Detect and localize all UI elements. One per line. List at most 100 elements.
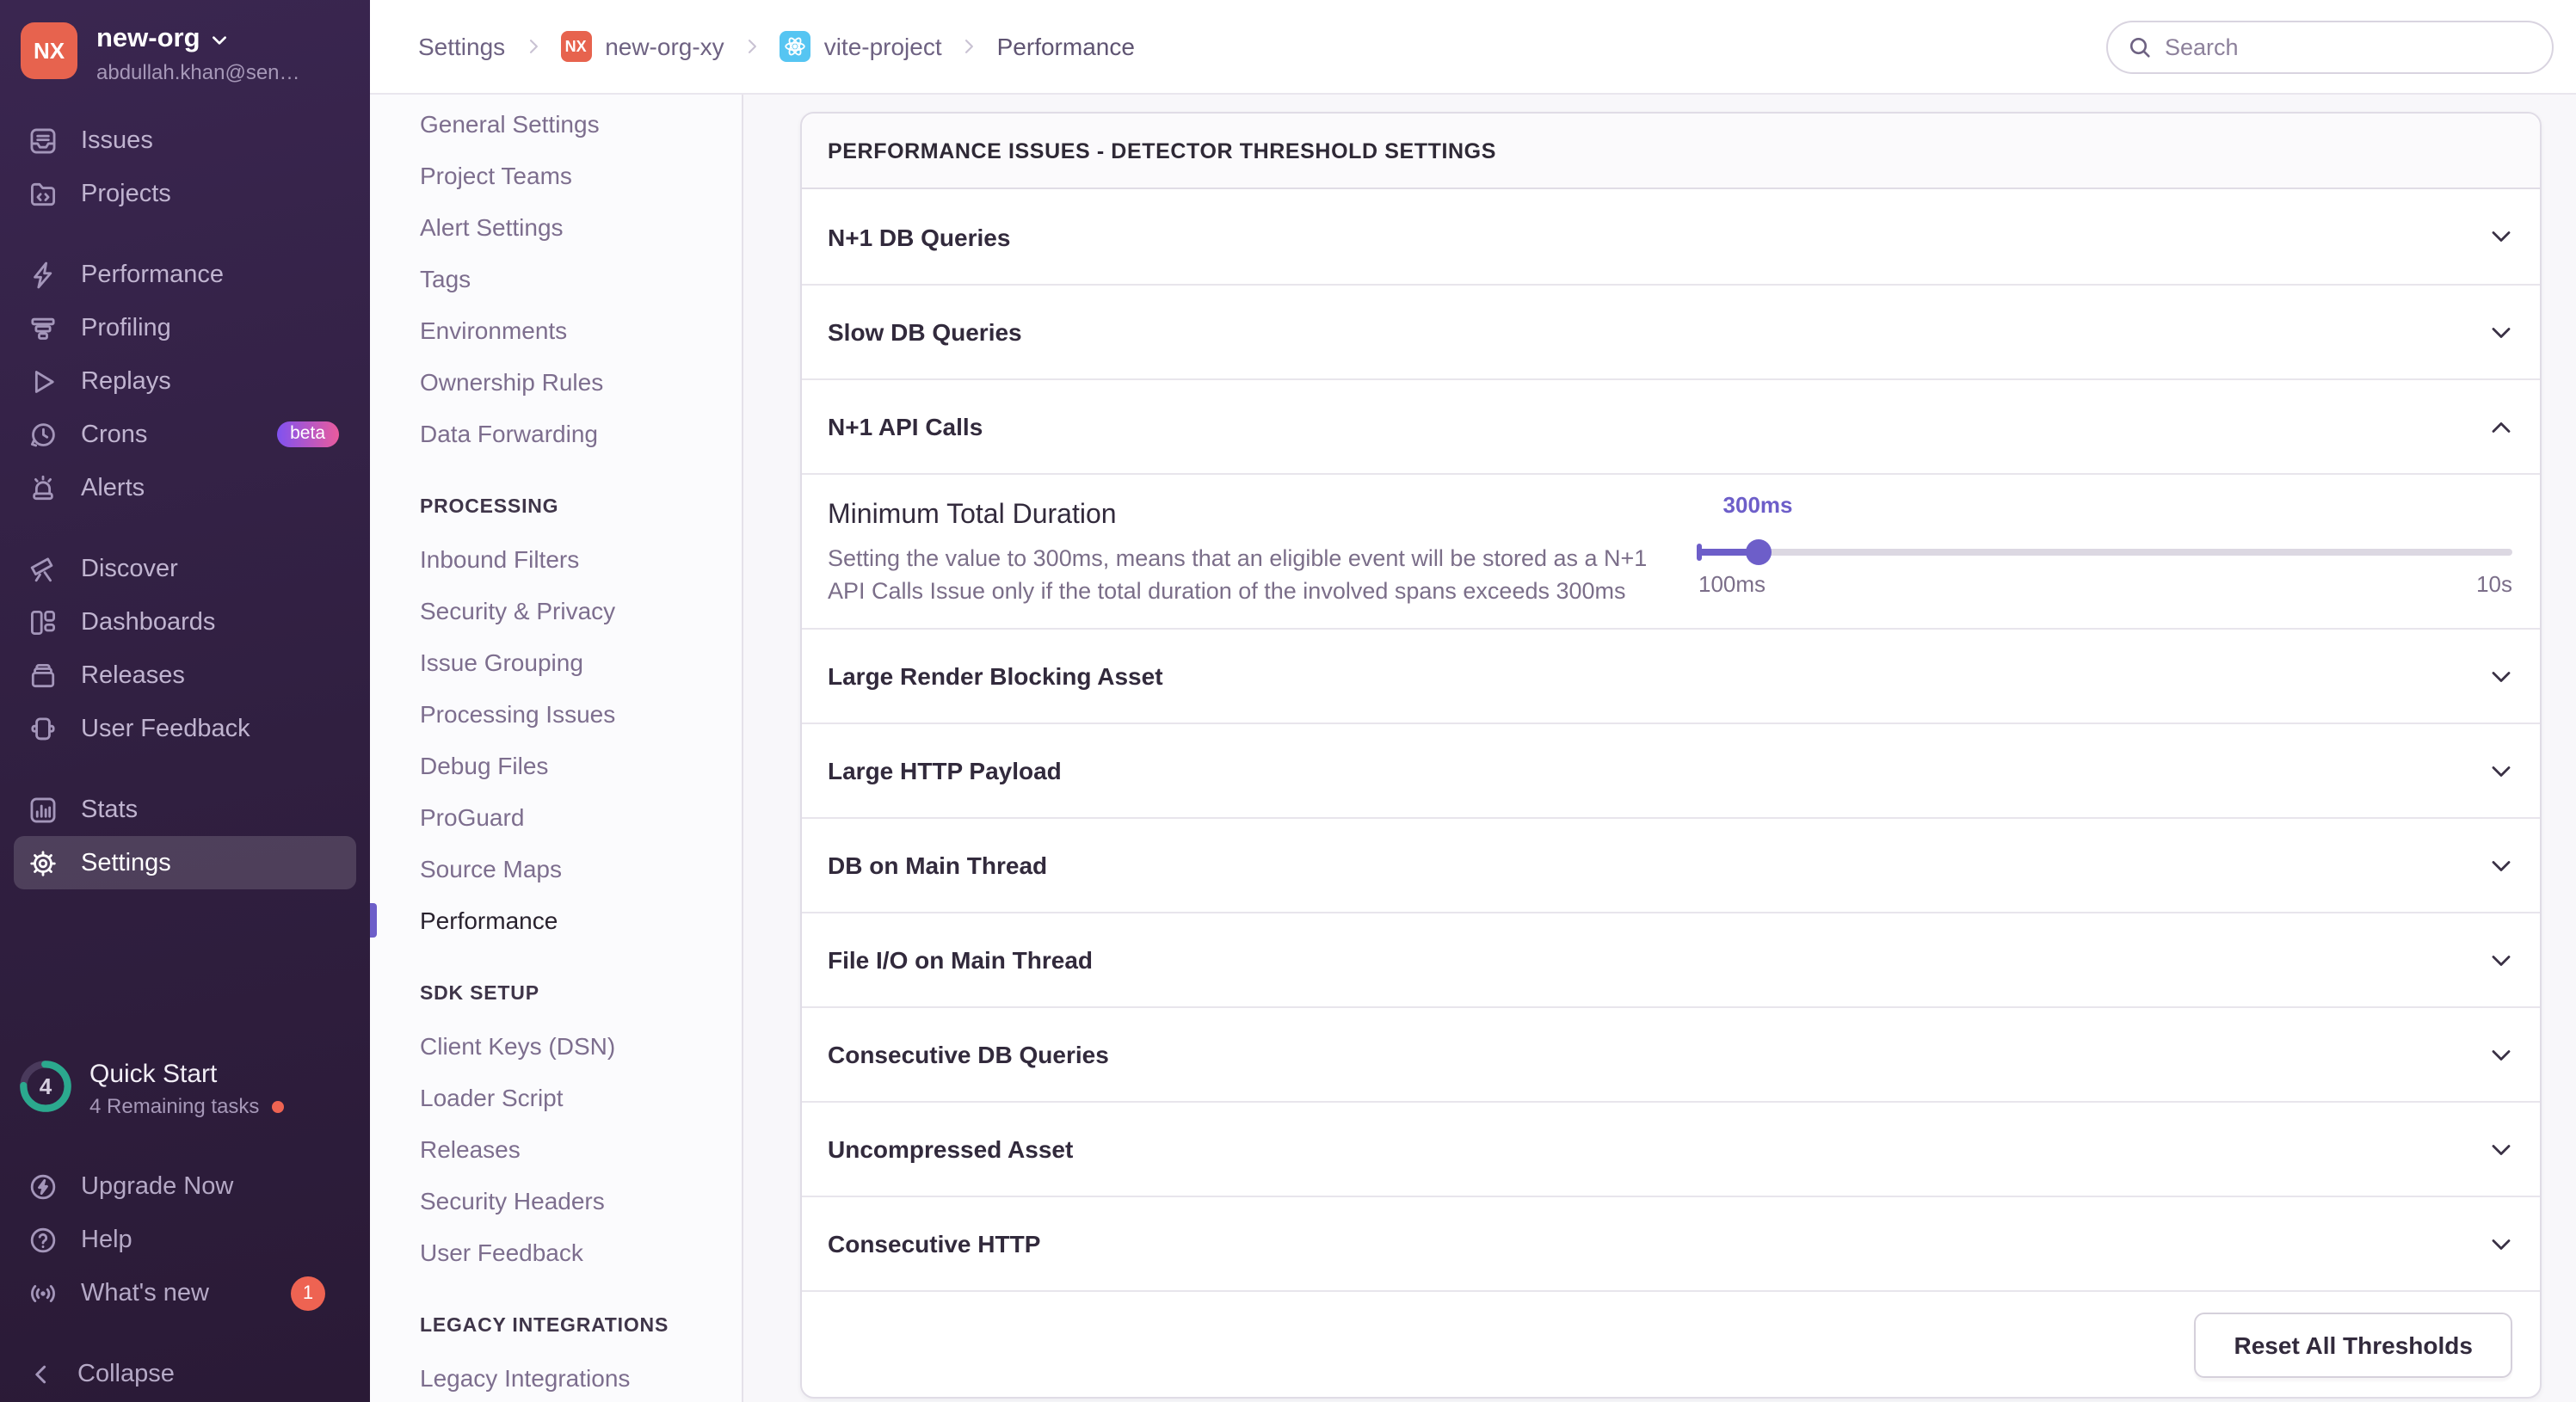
discover-icon (28, 553, 59, 584)
detector-row-uncompressed-asset[interactable]: Uncompressed Asset (802, 1101, 2540, 1196)
search-box[interactable] (2106, 20, 2554, 73)
settings-nav-item-label: Source Maps (420, 855, 562, 882)
detector-row-db-on-main-thread[interactable]: DB on Main Thread (802, 817, 2540, 912)
sidebar-item-replays[interactable]: Replays (14, 354, 356, 408)
user-email: abdullah.khan@sen… (96, 60, 300, 84)
settings-nav-item-proguard[interactable]: ProGuard (370, 791, 742, 843)
chevron-right-icon (959, 36, 980, 57)
sidebar-item-label: Settings (81, 849, 171, 876)
settings-nav-item-project-teams[interactable]: Project Teams (370, 150, 742, 201)
detector-row-slow-db-queries[interactable]: Slow DB Queries (802, 284, 2540, 378)
breadcrumb-new-org-xy[interactable]: NX new-org-xy (560, 31, 724, 62)
search-input[interactable] (2165, 34, 2533, 59)
sidebar-item-user-feedback[interactable]: User Feedback (14, 702, 356, 755)
settings-nav-item-inbound-filters[interactable]: Inbound Filters (370, 533, 742, 585)
sidebar-item-discover[interactable]: Discover (14, 542, 356, 595)
sidebar-item-upgrade-now[interactable]: Upgrade Now (14, 1159, 356, 1213)
gear-icon (28, 847, 59, 878)
settings-nav-item-label: Processing Issues (420, 700, 616, 728)
sidebar-item-label: Discover (81, 555, 178, 582)
breadcrumb-performance: Performance (997, 33, 1135, 60)
settings-nav-item-user-feedback[interactable]: User Feedback (370, 1227, 742, 1278)
settings-nav-item-source-maps[interactable]: Source Maps (370, 843, 742, 895)
sidebar-item-releases[interactable]: Releases (14, 649, 356, 702)
slider-value-label: 300ms (1722, 492, 1793, 518)
settings-nav-item-loader-script[interactable]: Loader Script (370, 1072, 742, 1123)
sidebar-item-label: Issues (81, 126, 153, 154)
detector-row-label: N+1 DB Queries (828, 223, 1011, 250)
sidebar-item-label: Help (81, 1226, 132, 1253)
settings-nav-item-alert-settings[interactable]: Alert Settings (370, 201, 742, 253)
breadcrumb-vite-project[interactable]: vite-project (779, 31, 942, 62)
sidebar-item-label: Alerts (81, 474, 145, 501)
collapse-button[interactable]: Collapse (14, 1347, 356, 1400)
content-area: PERFORMANCE ISSUES - DETECTOR THRESHOLD … (743, 95, 2576, 1402)
primary-nav: Issues Projects Performance Profiling Replay… (14, 114, 356, 889)
main-area: Settings NX new-org-xy vite-project Performa… (370, 0, 2576, 1402)
sidebar-item-projects[interactable]: Projects (14, 167, 356, 220)
settings-nav-item-label: Project Teams (420, 162, 572, 189)
settings-nav-item-processing-issues[interactable]: Processing Issues (370, 688, 742, 740)
beta-badge: beta (276, 421, 339, 447)
detector-row-consecutive-http[interactable]: Consecutive HTTP (802, 1196, 2540, 1290)
chevron-down-icon (2488, 758, 2514, 784)
sidebar-item-help[interactable]: Help (14, 1213, 356, 1266)
quick-start[interactable]: 4 Quick Start 4 Remaining tasks (17, 1058, 284, 1118)
settings-nav-item-security-headers[interactable]: Security Headers (370, 1175, 742, 1227)
org-avatar: NX (21, 22, 77, 79)
settings-nav-heading-legacy-integrations: LEGACY INTEGRATIONS (420, 1316, 669, 1337)
sidebar-item-what-s-new[interactable]: What's new 1 (14, 1266, 356, 1319)
detector-row-large-http-payload[interactable]: Large HTTP Payload (802, 723, 2540, 817)
quick-start-progress-ring: 4 (17, 1058, 74, 1115)
settings-nav-item-performance[interactable]: Performance (370, 895, 742, 946)
detector-row-n-1-api-calls[interactable]: N+1 API Calls (802, 378, 2540, 473)
settings-nav-item-security-privacy[interactable]: Security & Privacy (370, 585, 742, 636)
detector-row-n-1-db-queries[interactable]: N+1 DB Queries (802, 189, 2540, 284)
settings-nav-item-label: Security Headers (420, 1187, 605, 1214)
projects-icon (28, 178, 59, 209)
sidebar-item-label: Stats (81, 796, 139, 823)
settings-nav-item-debug-files[interactable]: Debug Files (370, 740, 742, 791)
sidebar-item-stats[interactable]: Stats (14, 783, 356, 836)
reset-all-thresholds-button[interactable]: Reset All Thresholds (2194, 1313, 2512, 1378)
topbar: Settings NX new-org-xy vite-project Performa… (370, 0, 2576, 95)
settings-nav-item-client-keys-dsn[interactable]: Client Keys (DSN) (370, 1020, 742, 1072)
settings-nav-item-data-forwarding[interactable]: Data Forwarding (370, 408, 742, 459)
settings-nav-item-environments[interactable]: Environments (370, 304, 742, 356)
chevron-down-icon (2488, 663, 2514, 689)
detector-row-large-render-blocking-asset[interactable]: Large Render Blocking Asset (802, 628, 2540, 723)
settings-nav-item-label: Debug Files (420, 752, 549, 779)
sidebar-item-issues[interactable]: Issues (14, 114, 356, 167)
primary-sidebar: NX new-org abdullah.khan@sen… Issues Proj… (0, 0, 370, 1402)
detector-row-label: Large HTTP Payload (828, 757, 1062, 784)
settings-nav-heading-sdk-setup: SDK SETUP (420, 984, 539, 1005)
settings-nav-item-legacy-integrations[interactable]: Legacy Integrations (370, 1352, 742, 1402)
setting-label: Minimum Total Duration (828, 501, 1117, 530)
settings-nav-item-general-settings[interactable]: General Settings (370, 98, 742, 150)
settings-nav-item-ownership-rules[interactable]: Ownership Rules (370, 356, 742, 408)
org-switcher[interactable]: NX new-org abdullah.khan@sen… (21, 22, 300, 84)
sidebar-item-settings[interactable]: Settings (14, 836, 356, 889)
settings-nav-item-issue-grouping[interactable]: Issue Grouping (370, 636, 742, 688)
settings-nav-item-label: Performance (420, 907, 558, 934)
settings-nav-item-tags[interactable]: Tags (370, 253, 742, 304)
alerts-icon (28, 472, 59, 503)
detector-row-file-i-o-on-main-thread[interactable]: File I/O on Main Thread (802, 912, 2540, 1006)
settings-nav-item-releases[interactable]: Releases (370, 1123, 742, 1175)
sidebar-item-crons[interactable]: Crons beta (14, 408, 356, 461)
sidebar-item-profiling[interactable]: Profiling (14, 301, 356, 354)
breadcrumb-settings[interactable]: Settings (418, 33, 505, 60)
n1-api-calls-detail: Minimum Total Duration Setting the value… (802, 473, 2540, 628)
quick-start-subtitle: 4 Remaining tasks (89, 1094, 260, 1118)
quick-start-title: Quick Start (89, 1060, 218, 1089)
sidebar-item-performance[interactable]: Performance (14, 248, 356, 301)
sidebar-item-dashboards[interactable]: Dashboards (14, 595, 356, 649)
settings-nav-item-label: General Settings (420, 110, 600, 138)
sidebar-item-label: Dashboards (81, 608, 216, 636)
duration-slider[interactable]: 300ms 100ms 10s (1697, 492, 2512, 597)
sidebar-item-alerts[interactable]: Alerts (14, 461, 356, 514)
org-initials-badge: NX (560, 31, 592, 62)
detector-row-consecutive-db-queries[interactable]: Consecutive DB Queries (802, 1006, 2540, 1101)
slider-track[interactable] (1697, 539, 2512, 565)
slider-thumb[interactable] (1745, 539, 1772, 565)
